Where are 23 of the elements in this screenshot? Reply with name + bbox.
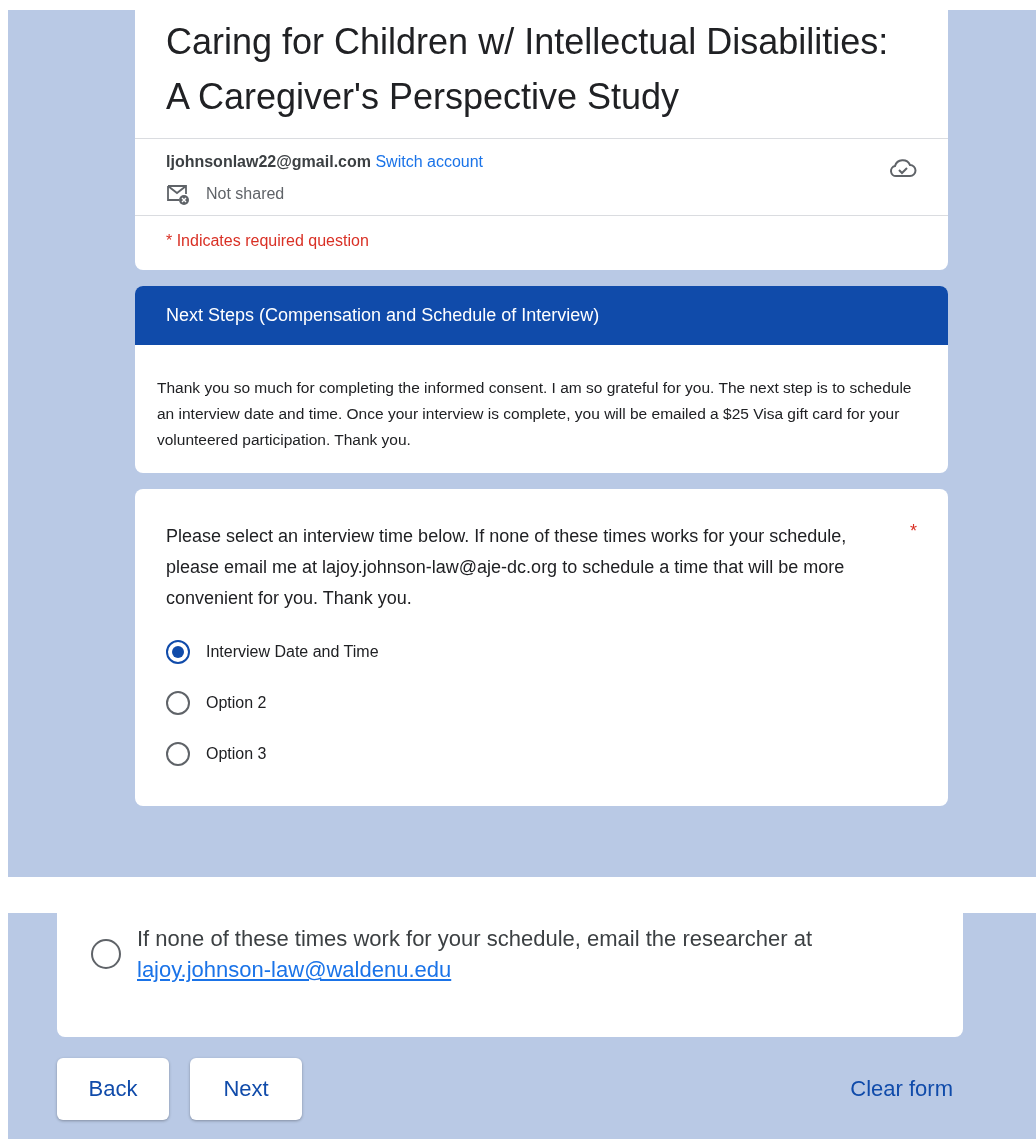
option-label[interactable]: Option 2 (206, 694, 267, 712)
question-text: Please select an interview time below. If none of these times works for your schedule, please email me at lajoy.johnson-law@aje-dc.org to schedule a time that will be more convenient for you. Thank you. (166, 525, 848, 610)
option-label[interactable]: If none of these times work for your schedule, email the researcher at lajoy.johnson-law@waldenu.edu (137, 923, 923, 985)
form-title: Caring for Children w/ Intellectual Disabilities: A Caregiver's Perspective Study (135, 10, 948, 139)
radio-button[interactable] (166, 691, 190, 715)
mail-not-shared-icon (166, 183, 190, 205)
required-mark: * (910, 521, 917, 543)
radio-button[interactable] (91, 939, 121, 969)
section-description: Thank you so much for completing the informed consent. I am so grateful for you. The next step is to schedule an interview date and time. Once your interview is complete, you will be emailed a $25 Visa gift card for your volunteered participation. Thank you. (156, 378, 913, 450)
nav-button[interactable]: Back (57, 1058, 169, 1120)
switch-account-link[interactable]: Switch account (375, 153, 484, 170)
section-title-bar: Next Steps (Compensation and Schedule of Interview) (135, 286, 948, 345)
radio-button[interactable] (166, 742, 190, 766)
option-label[interactable]: Option 3 (206, 745, 267, 763)
nav-button[interactable]: Next (190, 1058, 302, 1120)
radio-button[interactable] (166, 640, 190, 664)
account-email: ljohnsonlaw22@gmail.com (166, 153, 371, 170)
clear-form-link[interactable]: Clear form (850, 1076, 953, 1102)
cloud-saved-icon (889, 157, 917, 179)
option-label[interactable]: Interview Date and Time (206, 643, 379, 661)
email-link[interactable]: lajoy.johnson-law@waldenu.edu (137, 957, 452, 982)
sharing-status: Not shared (206, 185, 285, 203)
required-note: * Indicates required question (165, 231, 370, 251)
